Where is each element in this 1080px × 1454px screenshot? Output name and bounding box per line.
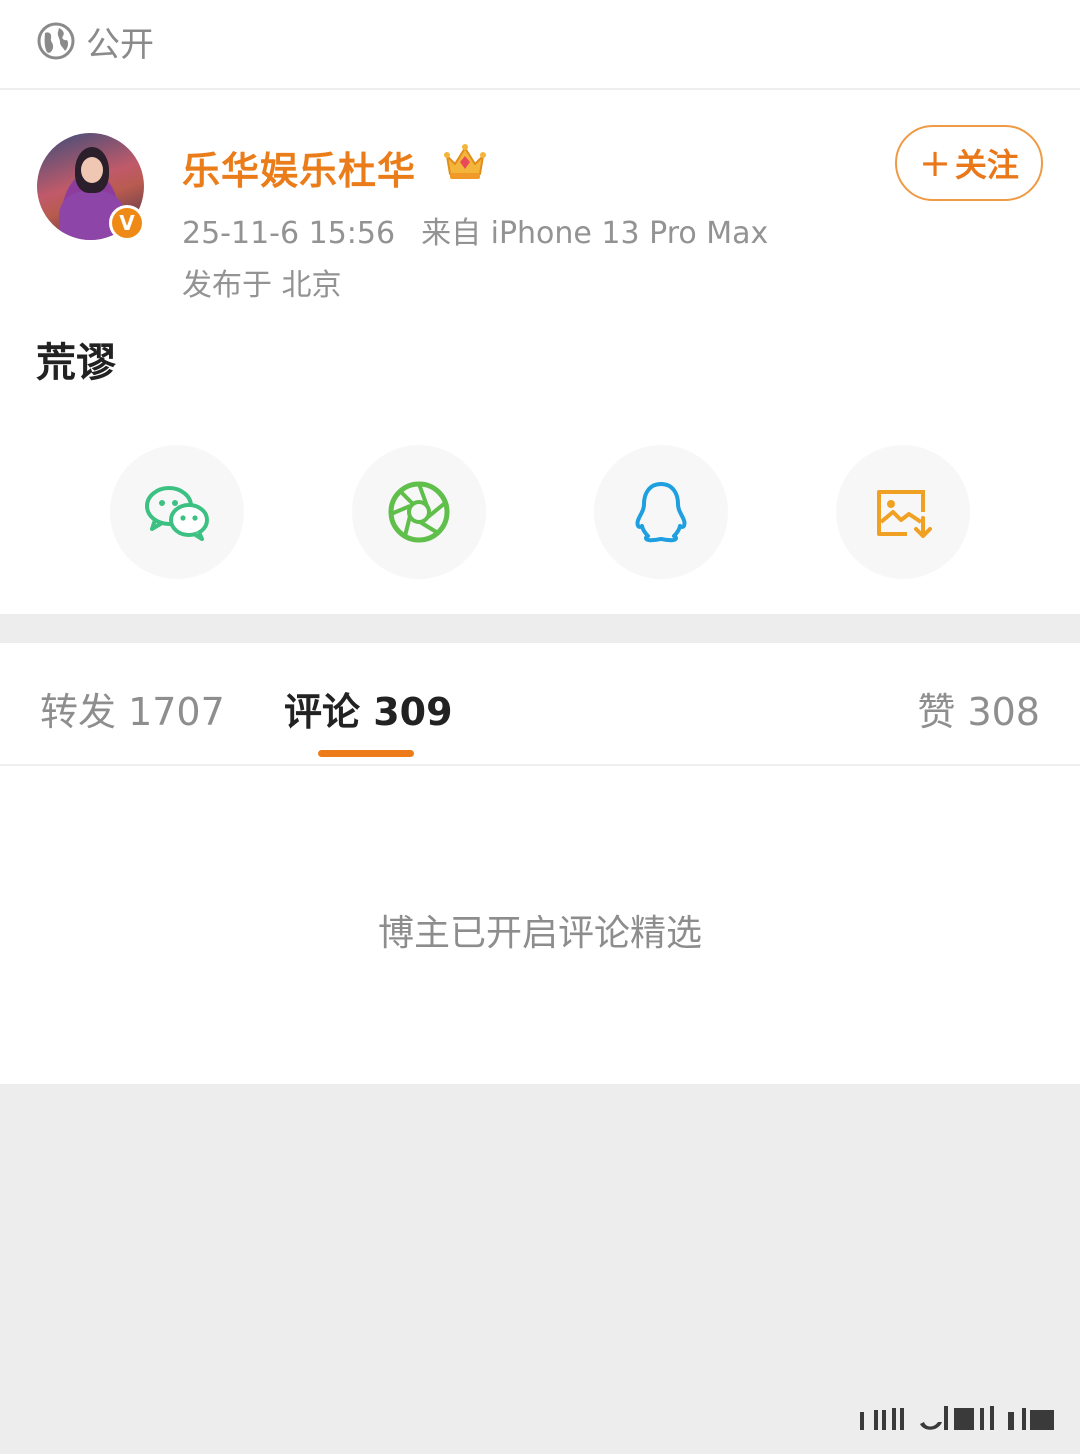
- follow-button[interactable]: + 关注: [895, 125, 1043, 201]
- author-name[interactable]: 乐华娱乐杜华: [182, 140, 416, 195]
- share-save-image-button[interactable]: [836, 445, 970, 579]
- post-timestamp: 25-11-6 15:56: [182, 216, 396, 251]
- comments-panel: 博主已开启评论精选: [0, 766, 1080, 1084]
- post-location: 发布于 北京: [182, 268, 342, 303]
- watermark-logo: [860, 1406, 1054, 1430]
- qq-icon: [635, 482, 687, 543]
- visibility-indicator[interactable]: 公开: [36, 18, 154, 65]
- interaction-tabs: 转发 1707 评论 309 赞 308: [0, 643, 1080, 766]
- share-qq-button[interactable]: [594, 445, 728, 579]
- tab-comments[interactable]: 评论 309: [284, 681, 453, 736]
- post-card: V 乐华娱乐杜华 25-11-6 15:56 来自 iPhone 13 Pro M…: [0, 90, 1080, 614]
- follow-label: 关注: [954, 146, 1019, 184]
- top-bar: 公开: [0, 0, 1080, 90]
- plus-icon: +: [919, 141, 951, 185]
- share-wechat-button[interactable]: [110, 445, 244, 579]
- crown-icon: [444, 144, 486, 179]
- share-moments-button[interactable]: [352, 445, 486, 579]
- visibility-label: 公开: [86, 24, 154, 65]
- tab-repost[interactable]: 转发 1707: [40, 681, 225, 736]
- post-source: 来自 iPhone 13 Pro Max: [421, 216, 769, 251]
- comments-notice: 博主已开启评论精选: [377, 913, 702, 954]
- active-tab-indicator: [318, 750, 414, 757]
- tab-likes[interactable]: 赞 308: [917, 681, 1040, 736]
- save-image-icon: [877, 490, 932, 538]
- globe-icon: [37, 22, 75, 60]
- wechat-icon: [145, 486, 209, 541]
- post-meta: 25-11-6 15:56 来自 iPhone 13 Pro Max: [182, 208, 768, 252]
- verified-badge-icon: V: [109, 205, 145, 241]
- moments-icon: [388, 481, 450, 543]
- post-content: 荒谬: [36, 340, 116, 386]
